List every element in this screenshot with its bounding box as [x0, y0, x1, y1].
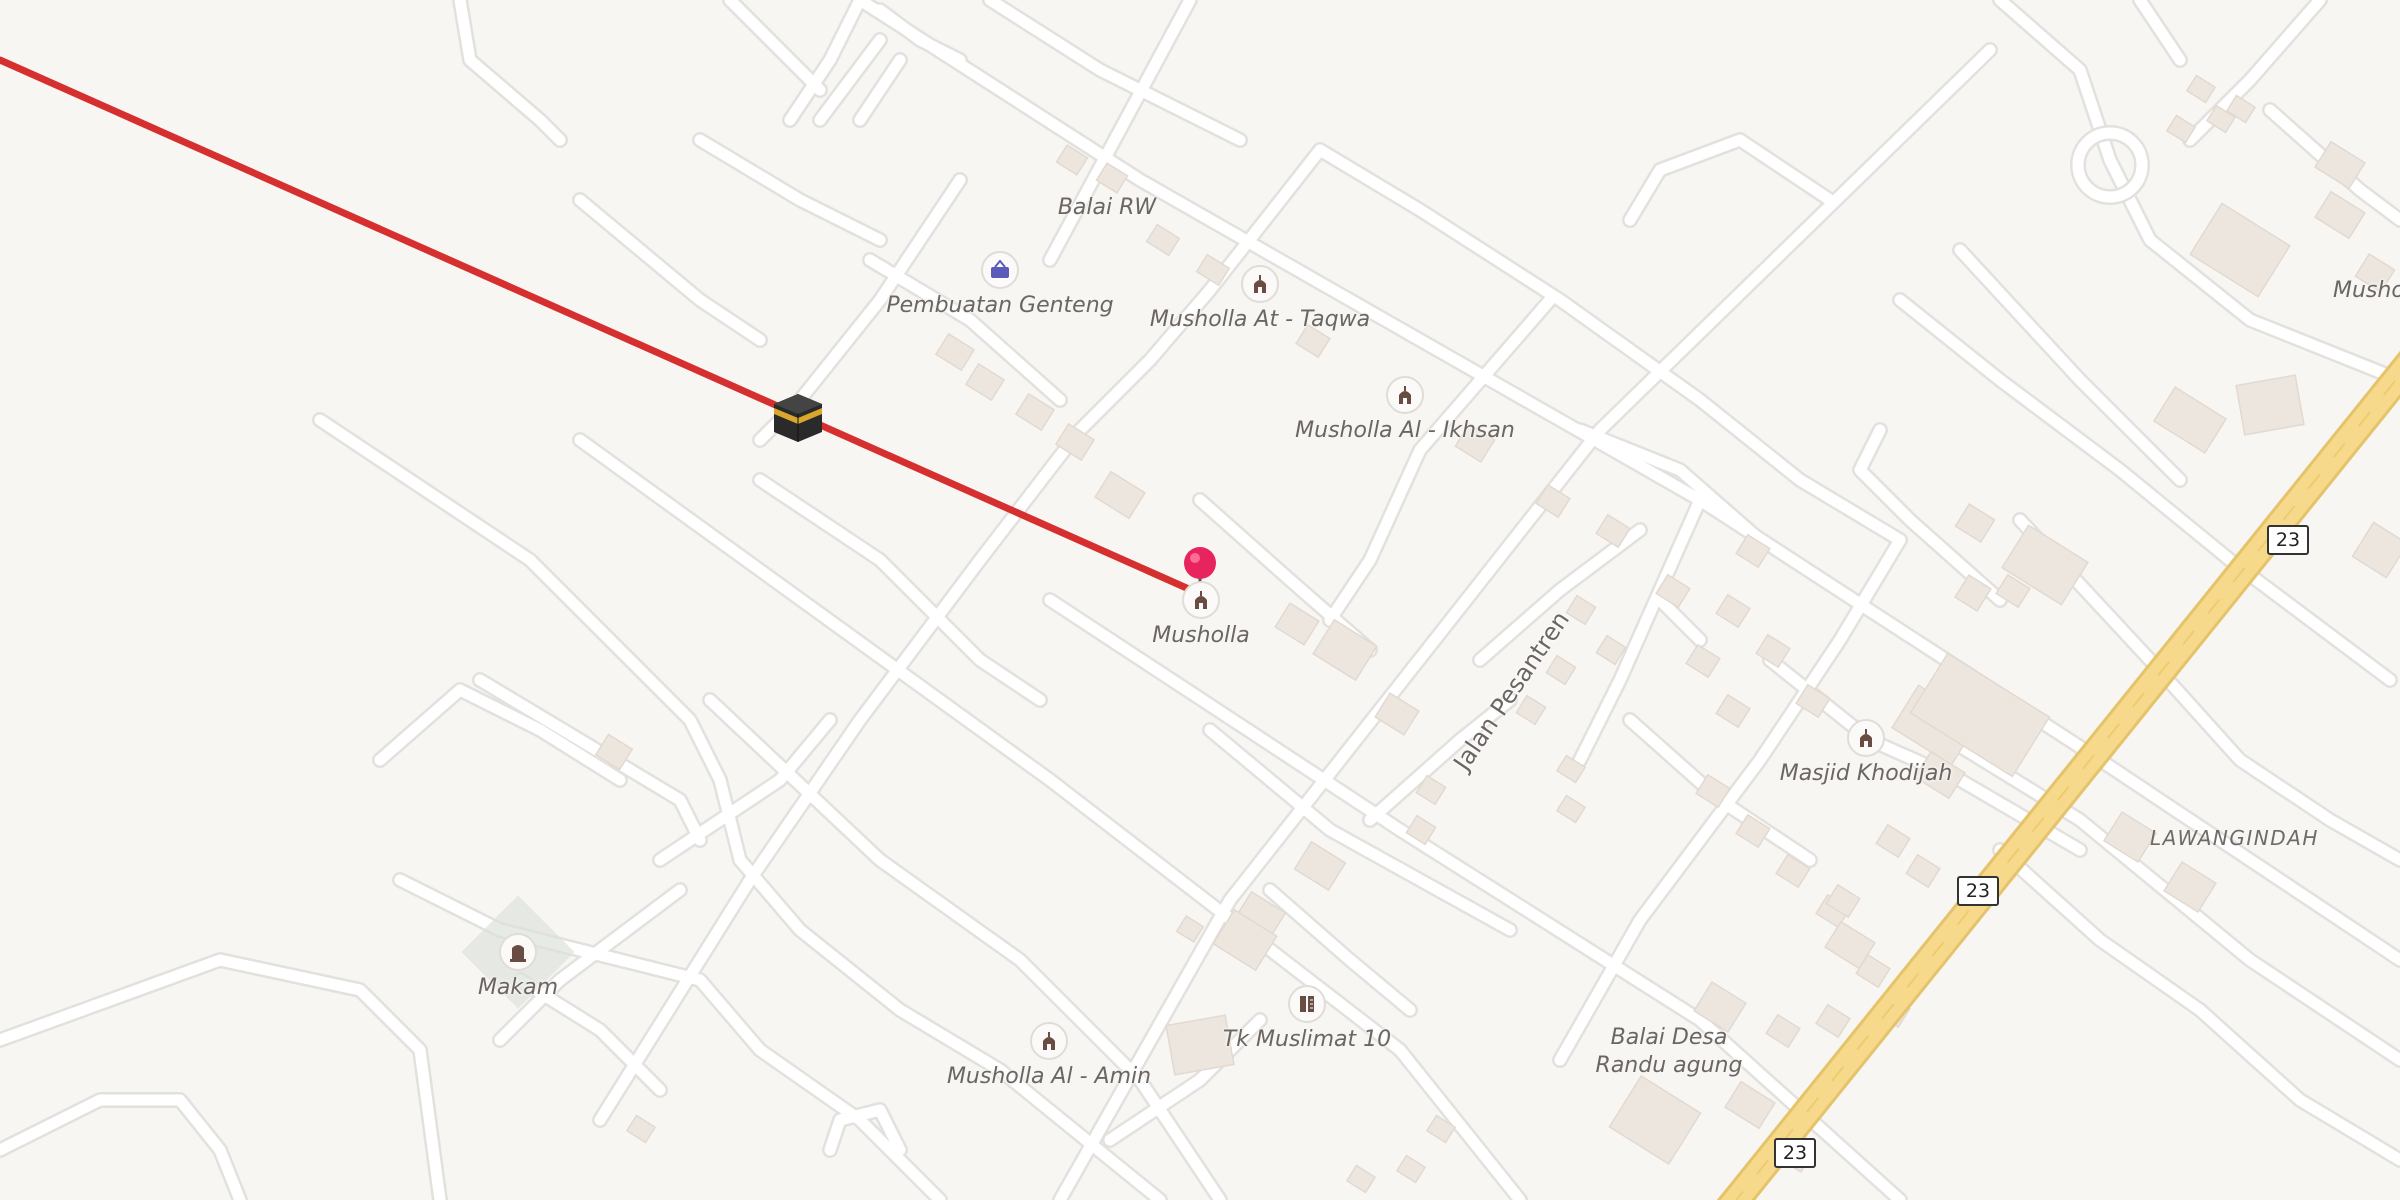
- poi-label: Balai Desa Randu agung: [1595, 1025, 1743, 1078]
- poi-label: Musho: [2333, 278, 2400, 303]
- poi-label: Balai RW: [1057, 195, 1157, 220]
- poi-label: Musholla Al - Ikhsan: [1295, 418, 1515, 443]
- route-shield: 23: [1957, 876, 1999, 906]
- mosque-icon: [1847, 719, 1885, 757]
- place-label-lawangindah: LAWANGINDAH: [2150, 826, 2319, 850]
- poi-label: Tk Muslimat 10: [1222, 1027, 1392, 1052]
- shopping-basket-icon: [981, 251, 1019, 289]
- mosque-icon: [1386, 376, 1424, 414]
- school-icon: [1288, 985, 1326, 1023]
- poi-label: Musholla: [1152, 623, 1250, 648]
- poi-label: Musholla At - Taqwa: [1149, 307, 1371, 332]
- grave-icon: [499, 933, 537, 971]
- mosque-icon: [1241, 265, 1279, 303]
- route-shield: 23: [1774, 1138, 1816, 1168]
- poi-label: Makam: [477, 975, 559, 1000]
- kaaba-icon[interactable]: [770, 390, 826, 446]
- poi-label: Masjid Khodijah: [1779, 761, 1953, 786]
- route-shield: 23: [2267, 525, 2309, 555]
- map-canvas[interactable]: Balai RW Pembuatan Genteng Musholla At -…: [0, 0, 2400, 1200]
- mosque-icon: [1182, 581, 1220, 619]
- mosque-icon: [1030, 1022, 1068, 1060]
- poi-label: Musholla Al - Amin: [946, 1064, 1152, 1089]
